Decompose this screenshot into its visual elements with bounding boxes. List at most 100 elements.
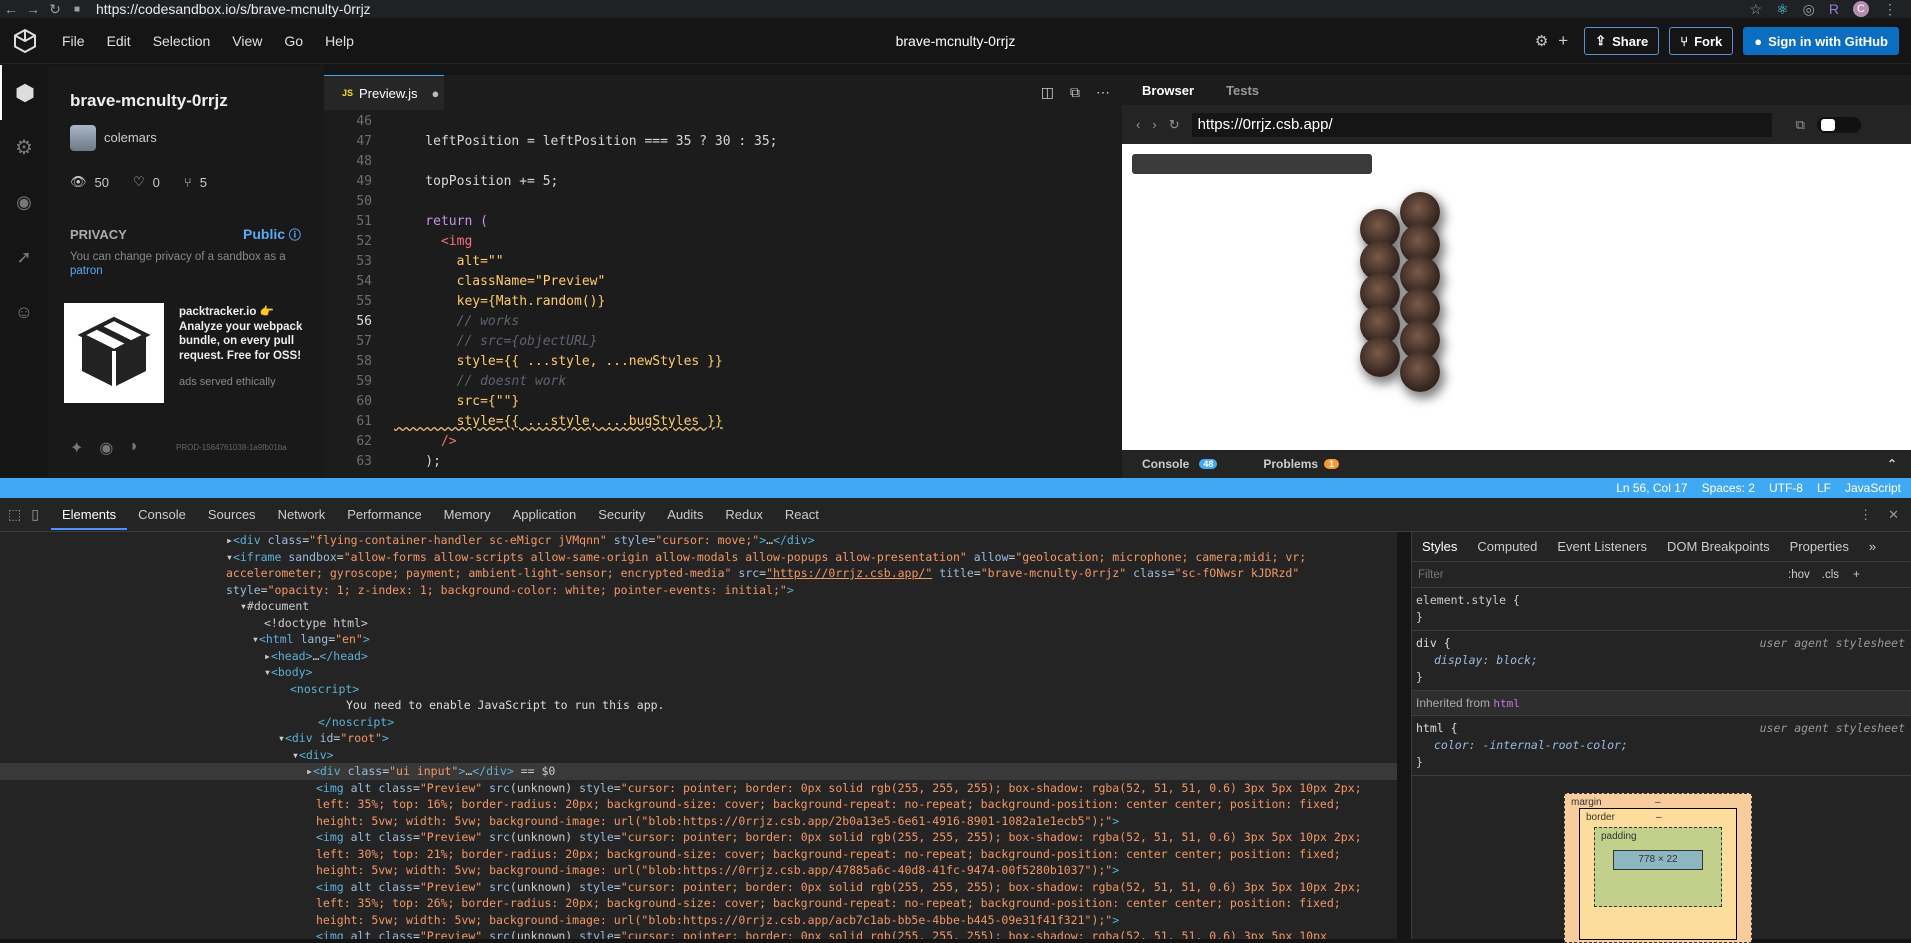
- ua-rule-div[interactable]: div { user agent stylesheet display: blo…: [1412, 631, 1911, 691]
- dom-node[interactable]: ▾<div id="root">: [0, 730, 1397, 747]
- end-of-line[interactable]: LF: [1817, 481, 1831, 495]
- dom-node[interactable]: <img alt class="Preview" src(unknown) st…: [0, 829, 1397, 879]
- devtools-tab-redux[interactable]: Redux: [714, 507, 774, 522]
- signin-github-button[interactable]: ● Sign in with GitHub: [1743, 27, 1899, 55]
- kebab-menu-icon[interactable]: ⋮: [1859, 507, 1872, 523]
- rail-deploy[interactable]: ➚: [0, 230, 48, 285]
- devtools-tab-sources[interactable]: Sources: [197, 507, 267, 522]
- dom-node[interactable]: You need to enable JavaScript to run thi…: [0, 697, 1397, 714]
- box-model-margin[interactable]: margin – border – padding 778 × 22: [1564, 793, 1752, 943]
- dom-node[interactable]: <!doctype html>: [0, 615, 1397, 632]
- box-model-content[interactable]: 778 × 22: [1613, 850, 1703, 870]
- fork-button[interactable]: ⑂ Fork: [1669, 27, 1734, 55]
- box-model-border[interactable]: border – padding 778 × 22: [1579, 808, 1737, 940]
- split-view-icon[interactable]: ◫: [1041, 84, 1054, 101]
- rail-live[interactable]: ☺: [0, 285, 48, 340]
- dom-node-selected[interactable]: ▸<div class="ui input">…</div> == $0: [0, 763, 1397, 780]
- indentation[interactable]: Spaces: 2: [1702, 481, 1755, 495]
- forward-arrow-icon[interactable]: →: [22, 1, 44, 17]
- preview-iframe[interactable]: [1122, 144, 1911, 450]
- discord-icon[interactable]: ◗: [129, 438, 139, 458]
- redux-ext-icon[interactable]: R: [1829, 1, 1839, 18]
- device-toggle-icon[interactable]: ▯: [31, 506, 39, 523]
- privacy-select[interactable]: Public ⓘ: [243, 226, 301, 243]
- preview-image[interactable]: [1360, 337, 1400, 377]
- chevron-up-icon[interactable]: ⌃: [1887, 457, 1897, 471]
- dom-node[interactable]: ▸<div class="flying-container-handler sc…: [0, 532, 1397, 549]
- tab-styles[interactable]: Styles: [1412, 539, 1467, 554]
- plus-icon[interactable]: +: [1558, 31, 1568, 51]
- star-icon[interactable]: ☆: [1750, 1, 1763, 18]
- dom-node[interactable]: ▾<body>: [0, 664, 1397, 681]
- forward-icon[interactable]: ›: [1152, 117, 1156, 132]
- refresh-icon[interactable]: ↻: [1169, 117, 1180, 133]
- more-tabs-icon[interactable]: »: [1859, 539, 1886, 554]
- problems-tab[interactable]: Problems: [1263, 457, 1318, 471]
- menu-icon[interactable]: ⋮: [1883, 1, 1897, 18]
- console-tab[interactable]: Console: [1142, 457, 1189, 471]
- styles-filter-input[interactable]: Filter: [1418, 569, 1788, 581]
- tab-preview-js[interactable]: JS Preview.js ●: [324, 75, 444, 110]
- ad-image[interactable]: [64, 303, 164, 403]
- profile-avatar[interactable]: C: [1853, 0, 1869, 17]
- gear-icon[interactable]: ⚙: [1535, 32, 1548, 50]
- devtools-tab-performance[interactable]: Performance: [336, 507, 432, 522]
- tab-tests[interactable]: Tests: [1214, 83, 1271, 98]
- tab-browser[interactable]: Browser: [1122, 83, 1214, 98]
- inspect-icon[interactable]: ⬚: [8, 506, 21, 523]
- dom-node[interactable]: ▾<iframe sandbox="allow-forms allow-scri…: [0, 549, 1397, 599]
- open-preview-icon[interactable]: ⧉: [1070, 84, 1080, 101]
- react-ext-icon[interactable]: ⚛: [1776, 1, 1789, 18]
- more-icon[interactable]: ⋯: [1096, 84, 1110, 101]
- cls-toggle[interactable]: .cls: [1822, 569, 1839, 581]
- address-bar[interactable]: https://codesandbox.io/s/brave-mcnulty-0…: [96, 1, 371, 17]
- twitter-icon[interactable]: ✦: [70, 438, 83, 458]
- github-icon[interactable]: ◉: [99, 438, 113, 458]
- ui-input[interactable]: [1132, 154, 1372, 174]
- devtools-tab-react[interactable]: React: [774, 507, 830, 522]
- elements-dom-tree[interactable]: ▸<div class="flying-container-handler sc…: [0, 532, 1397, 939]
- tab-dom-breakpoints[interactable]: DOM Breakpoints: [1657, 539, 1780, 554]
- rail-github[interactable]: ◉: [0, 175, 48, 230]
- devtools-tab-audits[interactable]: Audits: [656, 507, 714, 522]
- patron-link[interactable]: patron: [70, 265, 103, 277]
- ext-icon[interactable]: ◎: [1803, 1, 1815, 18]
- tab-computed[interactable]: Computed: [1467, 539, 1547, 554]
- encoding[interactable]: UTF-8: [1769, 481, 1803, 495]
- dom-node[interactable]: ▾<div>: [0, 747, 1397, 764]
- reload-icon[interactable]: ↻: [44, 1, 66, 18]
- preview-url-input[interactable]: https://0rrjz.csb.app/: [1191, 112, 1772, 137]
- author-name[interactable]: colemars: [104, 130, 157, 145]
- language-mode[interactable]: JavaScript: [1845, 481, 1901, 495]
- hov-toggle[interactable]: :hov: [1788, 569, 1810, 581]
- code-editor[interactable]: 46 47 48 49 50 51 52 53 54 55 56 57 58 5…: [324, 110, 1122, 478]
- tab-properties[interactable]: Properties: [1780, 539, 1859, 554]
- devtools-tab-memory[interactable]: Memory: [433, 507, 502, 522]
- preview-image[interactable]: [1400, 352, 1440, 392]
- devtools-tab-elements[interactable]: Elements: [50, 499, 128, 530]
- devtools-tab-console[interactable]: Console: [127, 507, 197, 522]
- inherited-tag-link[interactable]: html: [1493, 697, 1520, 710]
- devtools-tab-application[interactable]: Application: [502, 507, 588, 522]
- dom-node[interactable]: <img alt class="Preview" src(unknown) st…: [0, 879, 1397, 929]
- back-arrow-icon[interactable]: ←: [0, 1, 22, 17]
- dom-node[interactable]: <img alt class="Preview" src(unknown) st…: [0, 928, 1397, 939]
- dom-node[interactable]: </noscript>: [0, 714, 1397, 731]
- new-rule-icon[interactable]: +: [1853, 569, 1860, 581]
- avatar[interactable]: [70, 125, 96, 151]
- dom-node[interactable]: <img alt class="Preview" src(unknown) st…: [0, 780, 1397, 830]
- dom-node[interactable]: ▾#document: [0, 598, 1397, 615]
- element-style-rule[interactable]: element.style { }: [1412, 588, 1911, 631]
- devtools-tab-network[interactable]: Network: [267, 507, 337, 522]
- box-model-padding[interactable]: padding 778 × 22: [1594, 827, 1722, 907]
- cursor-position[interactable]: Ln 56, Col 17: [1616, 481, 1687, 495]
- tab-event-listeners[interactable]: Event Listeners: [1547, 539, 1657, 554]
- toggle-switch[interactable]: [1816, 116, 1861, 133]
- share-button[interactable]: ⇪ Share: [1584, 27, 1660, 55]
- dom-node[interactable]: <noscript>: [0, 681, 1397, 698]
- unsaved-dot-icon[interactable]: ●: [432, 86, 440, 101]
- back-icon[interactable]: ‹: [1136, 117, 1140, 132]
- new-window-icon[interactable]: ⧉: [1796, 117, 1805, 133]
- rail-config[interactable]: ⚙: [0, 120, 48, 175]
- ad-text[interactable]: packtracker.io 👉 Analyze your webpack bu…: [179, 305, 309, 363]
